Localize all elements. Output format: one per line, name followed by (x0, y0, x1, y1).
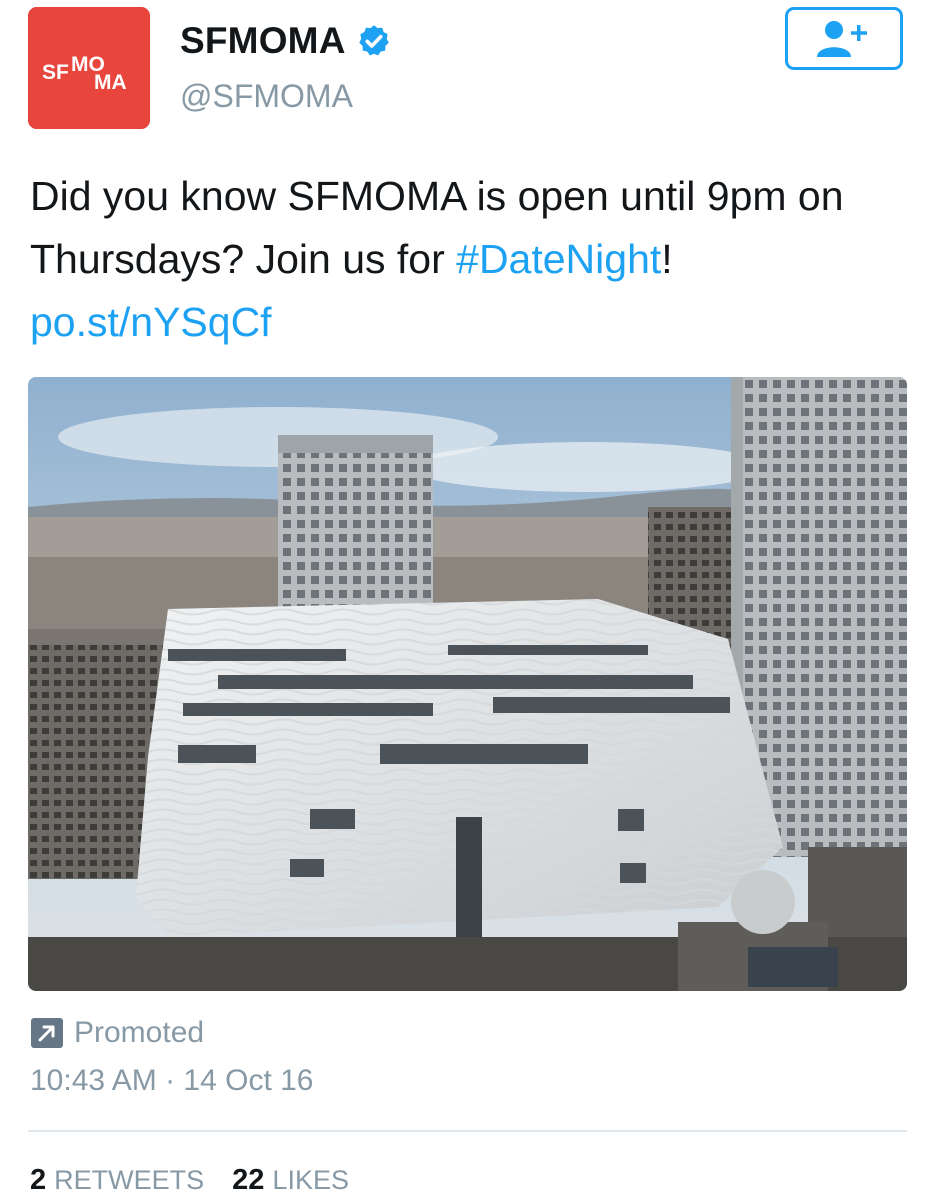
retweets-count[interactable]: 2 (30, 1164, 46, 1197)
promoted-label: Promoted (74, 1016, 205, 1049)
avatar-text-ma: MA (94, 71, 127, 94)
hashtag-link[interactable]: #DateNight (456, 236, 661, 282)
avatar[interactable]: SF MO MA (28, 7, 150, 129)
promoted-icon (31, 1018, 63, 1048)
display-name[interactable]: SFMOMA (180, 20, 346, 62)
sfmoma-logo: SF MO MA (28, 7, 150, 129)
tweet-text: Did you know SFMOMA is open until 9pm on… (30, 165, 910, 354)
follow-button[interactable] (785, 7, 903, 70)
retweets-label[interactable]: RETWEETS (54, 1165, 204, 1196)
handle[interactable]: @SFMOMA (180, 78, 353, 115)
add-user-icon (817, 20, 867, 57)
likes-label[interactable]: LIKES (272, 1165, 349, 1196)
tweet-text-end: ! (661, 236, 673, 282)
verified-badge-icon (358, 25, 389, 56)
promoted-row: Promoted (30, 1016, 204, 1050)
avatar-text-sf: SF (42, 61, 69, 84)
tweet-text-body: Did you know SFMOMA is open until 9pm on… (30, 173, 844, 282)
account-name-row[interactable]: SFMOMA (180, 20, 392, 62)
url-link[interactable]: po.st/nYSqCf (30, 299, 272, 345)
building-photo (28, 377, 907, 991)
tweet-stats: 2 RETWEETS 22 LIKES (30, 1164, 377, 1197)
tweet-media-photo[interactable] (28, 377, 907, 991)
likes-count[interactable]: 22 (232, 1164, 264, 1197)
divider (28, 1130, 907, 1132)
tweet-timestamp[interactable]: 10:43 AM · 14 Oct 16 (30, 1064, 314, 1098)
